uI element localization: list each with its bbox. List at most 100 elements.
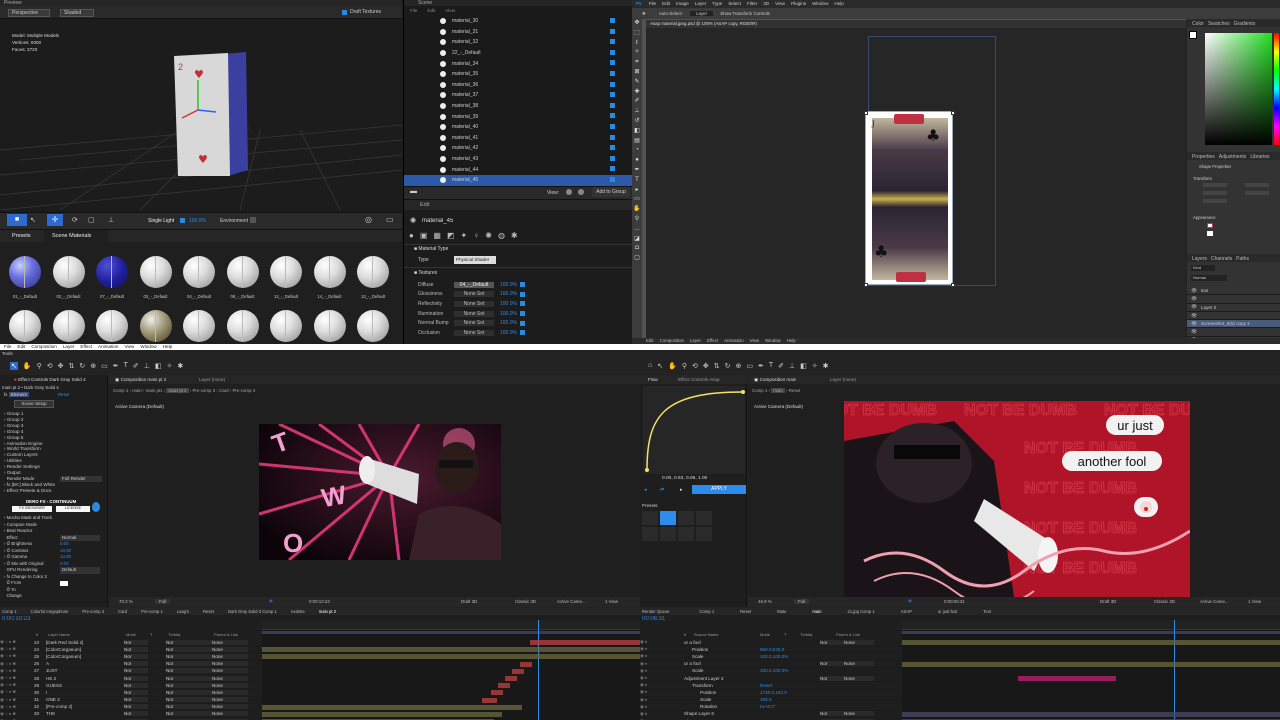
cube-icon[interactable]: ◩ [447, 231, 455, 240]
color-picker-field[interactable] [1205, 33, 1272, 145]
blur-icon[interactable]: ◔ [632, 146, 642, 156]
shape-tool-icon[interactable]: ▭ [101, 362, 108, 370]
render-mode-select[interactable]: Full Render [60, 475, 102, 482]
home-icon[interactable]: ⌂ [648, 362, 652, 370]
material-swatch[interactable]: 04_-_Default [183, 256, 215, 299]
material-swatch[interactable] [226, 310, 259, 342]
layer-tab[interactable]: Layer (none) [199, 377, 225, 382]
pivot-tool-icon[interactable]: ⊥ [108, 216, 114, 224]
pan-tool-icon[interactable]: ✥ [703, 362, 709, 370]
texture-slot[interactable]: None Set [454, 300, 494, 307]
table-row[interactable]: ◉ ▸ Shape Layer 8 Nor None [640, 711, 900, 719]
camera-tool-button[interactable]: ■ [7, 214, 27, 226]
table-row[interactable]: ◉ ▸ ur a fool Nor None [640, 639, 900, 647]
visibility-icon[interactable]: ◉ ▸ [640, 646, 692, 652]
tab-presets[interactable]: Presets [12, 233, 31, 239]
image-icon[interactable]: ▣ [420, 231, 428, 240]
anchor-tool-icon[interactable]: ⊕ [735, 362, 741, 370]
transform-handle[interactable] [951, 111, 955, 115]
work-area-bar[interactable] [902, 631, 1280, 634]
hand-tool-icon[interactable]: ✋ [23, 362, 32, 370]
visibility-icon[interactable]: ◉ ▸ [640, 668, 692, 674]
brush-tool-icon[interactable]: ✐ [778, 362, 784, 370]
eyedropper-icon[interactable]: ✎ [632, 78, 642, 88]
light-icon[interactable]: ✦ [461, 231, 468, 240]
layer-duration-bar[interactable] [491, 690, 503, 696]
table-row[interactable]: ◉ ○ ▸ ■ 23 [Dark Red Solid 2] Nor Nor None [0, 639, 260, 647]
camera-select[interactable]: Active Came... [1200, 599, 1229, 604]
light-mode[interactable]: Single Light [148, 218, 174, 224]
fill-swatch[interactable] [1207, 223, 1213, 228]
stamp-tool-icon[interactable]: ⊥ [789, 362, 795, 370]
draft-3d-toggle[interactable]: Draft 3D [1100, 599, 1116, 604]
table-row[interactable]: ◉ ▸ Adjustment Layer 2 Nor None [640, 675, 900, 683]
palette-icon[interactable]: ✺ [485, 231, 492, 240]
type-icon[interactable]: T [632, 176, 642, 186]
comp-frame-fool[interactable]: NOT BE DUMB NOT BE DUMB NOT BE DUMB NOT BE… [844, 401, 1190, 597]
layer-duration-bar[interactable] [902, 661, 1280, 667]
material-swatch[interactable] [313, 310, 346, 342]
visibility-icon[interactable]: ◉ ○ ▸ ■ [0, 639, 34, 645]
foreground-color[interactable] [1189, 31, 1197, 39]
renderer-select[interactable]: Classic 3D [1154, 599, 1175, 604]
camera-select[interactable]: Active Came... [557, 599, 586, 604]
list-item[interactable]: material_34 [404, 58, 632, 69]
prev-icon[interactable]: ◂ [644, 487, 647, 493]
table-row[interactable]: ◉ ○ ▸ ■ 28 HE 2 Nor Nor None [0, 675, 260, 683]
visibility-icon[interactable]: ◉ ▸ [640, 661, 684, 667]
globe-icon[interactable]: ◍ [498, 231, 505, 240]
type-tool-icon[interactable]: T [124, 362, 128, 370]
brush-icon[interactable]: ✐ [632, 97, 642, 107]
resolution-select[interactable]: Full [155, 599, 171, 604]
eraser-tool-icon[interactable]: ◧ [155, 362, 162, 370]
list-item[interactable]: material_44 [404, 164, 632, 175]
stamp-tool-icon[interactable]: ⊥ [144, 362, 150, 370]
anchor-tool-icon[interactable]: ⊕ [90, 362, 96, 370]
blend-mode-select[interactable]: Normal [1191, 275, 1227, 281]
list-item[interactable]: material_32 [404, 37, 632, 48]
comp-frame-two[interactable]: T W O [259, 424, 501, 560]
roto-tool-icon[interactable]: ✧ [167, 362, 173, 370]
scale-tool-icon[interactable]: ▢ [88, 216, 95, 224]
playhead[interactable] [1174, 620, 1175, 720]
visibility-icon[interactable]: ◉ ▸ [640, 704, 700, 710]
orbit-tool-icon[interactable]: ⟲ [692, 362, 698, 370]
history-brush-icon[interactable]: ↺ [632, 117, 642, 127]
transform-handle[interactable] [864, 111, 868, 115]
list-item-selected[interactable]: material_45 [404, 174, 632, 186]
list-item[interactable]: material_38 [404, 101, 632, 112]
viewer-timecode[interactable]: 0:00:06:31 [944, 599, 965, 604]
fx-reset-link[interactable]: Reset [58, 392, 69, 397]
rotate-tool-icon[interactable]: ⟳ [72, 216, 78, 224]
list-item[interactable]: material_36 [404, 80, 632, 91]
rotate-tool-icon[interactable]: ↻ [79, 362, 85, 370]
table-row[interactable]: ◉ ○ ▸ ■ 26 A Nor Nor None [0, 661, 260, 668]
list-item[interactable]: material_41 [404, 133, 632, 144]
zoom-select[interactable]: 46.9 % [758, 599, 772, 604]
layer-row[interactable]: 👁 text [1187, 287, 1280, 296]
material-swatch[interactable]: 07_-_Default [96, 256, 128, 299]
visibility-icon[interactable]: ◉ ○ ▸ ■ [0, 675, 34, 681]
fx-browser-button[interactable]: FX BROWSER [12, 506, 52, 512]
folder-icon[interactable]: ▬ [410, 188, 417, 195]
visibility-icon[interactable]: ◉ ▸ [640, 639, 684, 645]
list-item[interactable]: material_31 [404, 27, 632, 38]
visibility-icon[interactable]: ◉ ▸ [640, 711, 684, 717]
material-swatch[interactable] [96, 310, 128, 342]
sphere-icon[interactable]: ● [409, 231, 414, 240]
move-tool-button[interactable]: ✛ [47, 214, 63, 226]
tab-scene-materials[interactable]: Scene Materials [52, 233, 91, 239]
settings-icon[interactable]: ◎ [365, 215, 372, 224]
material-swatch[interactable]: 03_-_Default [139, 256, 172, 299]
dodge-icon[interactable]: ● [632, 156, 642, 166]
h-field[interactable] [1245, 183, 1269, 187]
list-item[interactable]: material_40 [404, 122, 632, 133]
preset-tile[interactable] [642, 527, 658, 541]
y-field[interactable] [1245, 191, 1269, 195]
material-swatch[interactable] [9, 310, 41, 342]
table-row[interactable]: ◉ ○ ▸ ■ 30 I Nor Nor None [0, 689, 260, 697]
list-item[interactable]: material_42 [404, 143, 632, 154]
eraser-icon[interactable]: ◧ [632, 127, 642, 137]
view-mode-select[interactable]: Perspective [8, 9, 50, 17]
fx-element[interactable]: fx Element [4, 392, 29, 397]
